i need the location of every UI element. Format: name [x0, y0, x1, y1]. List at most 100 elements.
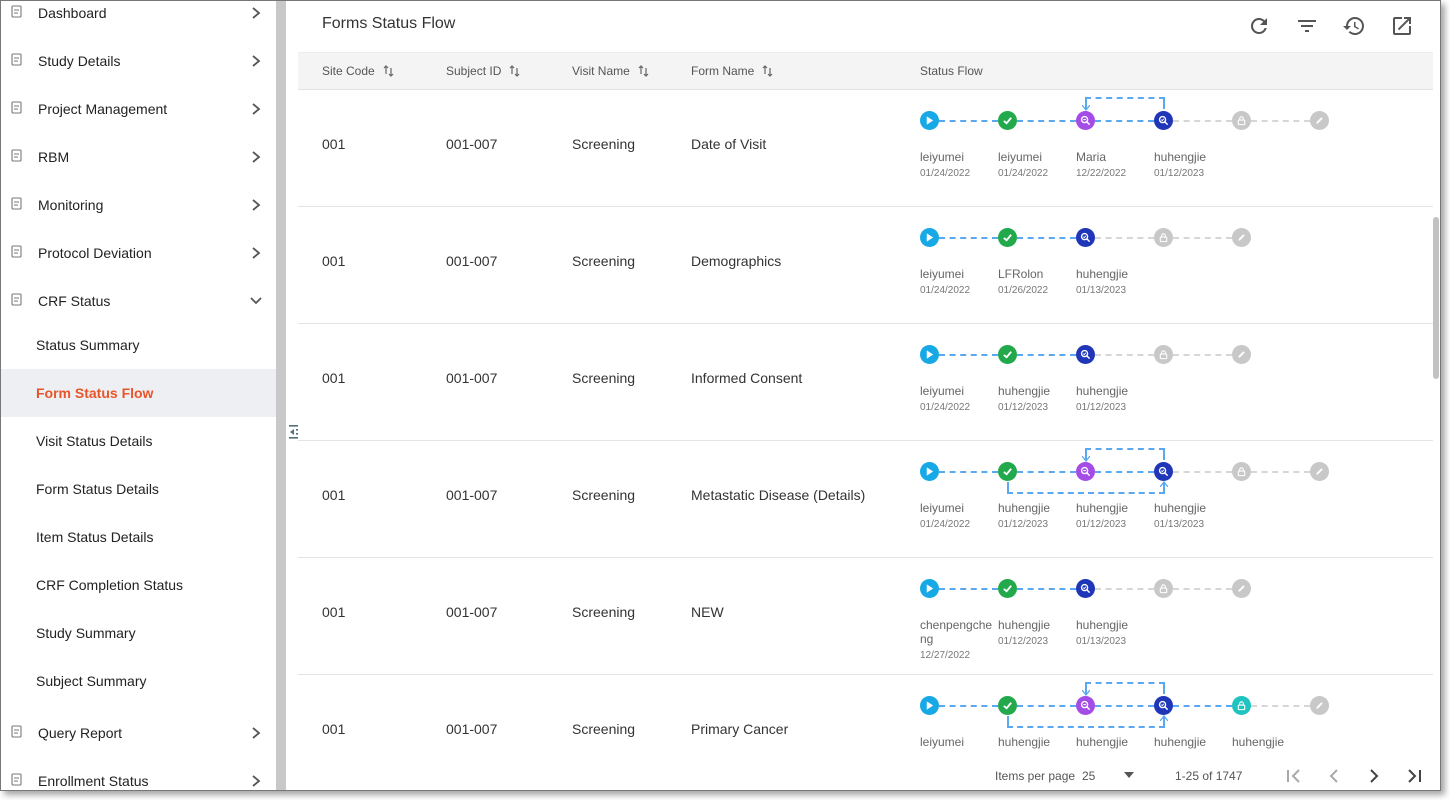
sidebar-item-project-management[interactable]: Project Management: [1, 85, 276, 133]
start-status-icon[interactable]: [920, 345, 939, 364]
column-form-name[interactable]: Form Name: [691, 64, 774, 78]
sort-icon[interactable]: [762, 65, 774, 77]
sign-icon[interactable]: [1310, 462, 1329, 481]
column-site-code[interactable]: Site Code: [322, 64, 395, 78]
main-panel: Forms Status Flow Site Code Subject ID V…: [298, 1, 1433, 790]
reviewed-status-icon[interactable]: [1154, 462, 1173, 481]
sidebar-subitem-subject-summary[interactable]: Subject Summary: [1, 657, 276, 705]
last-page-icon[interactable]: [1404, 766, 1424, 786]
items-per-page-select[interactable]: 25: [1082, 764, 1140, 786]
project-icon: [11, 101, 22, 114]
sidebar-item-enrollment-status[interactable]: Enrollment Status: [1, 757, 276, 790]
sidebar-subitem-study-summary[interactable]: Study Summary: [1, 609, 276, 657]
sidebar-item-study-details[interactable]: Study Details: [1, 37, 276, 85]
sort-icon[interactable]: [638, 65, 650, 77]
sidebar-item-rbm[interactable]: RBM: [1, 133, 276, 181]
status-flow: leiyumei 01/24/2022 huhengjie 01/12/2023 huh…: [920, 324, 1440, 441]
completed-status-icon[interactable]: [998, 111, 1017, 130]
site-code-cell: 001: [322, 370, 346, 386]
status-user: huhengjie: [1076, 501, 1129, 515]
review-loop: [1007, 482, 1165, 494]
refresh-icon[interactable]: [1247, 14, 1271, 38]
reviewed-status-icon[interactable]: [1076, 228, 1095, 247]
table-row[interactable]: 001 001-007 Screening Demographics leiyumei 0…: [298, 207, 1433, 324]
start-status-icon[interactable]: [920, 228, 939, 247]
status-user: Maria: [1076, 150, 1107, 164]
column-subject-id[interactable]: Subject ID: [446, 64, 521, 78]
start-status-icon[interactable]: [920, 111, 939, 130]
flow-connector: [939, 120, 998, 122]
sidebar-item-label: Protocol Deviation: [38, 245, 152, 261]
start-status-icon[interactable]: [920, 462, 939, 481]
sign-icon[interactable]: [1310, 696, 1329, 715]
query-status-icon[interactable]: [1076, 696, 1095, 715]
lock-icon[interactable]: [1232, 111, 1251, 130]
sidebar-subitem-form-status-flow[interactable]: Form Status Flow: [1, 369, 276, 417]
status-user: huhengjie: [1154, 735, 1207, 749]
lock-icon[interactable]: [1154, 579, 1173, 598]
filter-icon[interactable]: [1295, 14, 1319, 38]
sort-icon[interactable]: [509, 65, 521, 77]
sidebar-subitem-form-status-details[interactable]: Form Status Details: [1, 465, 276, 513]
column-visit-name[interactable]: Visit Name: [572, 64, 650, 78]
reviewed-status-icon[interactable]: [1076, 579, 1095, 598]
sidebar-subitem-status-summary[interactable]: Status Summary: [1, 321, 276, 369]
status-flow: leiyumei 01/24/2022 huhengjie 01/12/2023 huh…: [920, 441, 1440, 558]
previous-page-icon[interactable]: [1324, 766, 1344, 786]
sign-icon[interactable]: [1232, 579, 1251, 598]
history-icon[interactable]: [1342, 14, 1366, 38]
reviewed-status-icon[interactable]: [1076, 345, 1095, 364]
status-user: huhengjie: [1232, 735, 1285, 749]
sidebar-subitem-crf-completion-status[interactable]: CRF Completion Status: [1, 561, 276, 609]
sidebar-item-dashboard[interactable]: Dashboard: [1, 1, 276, 37]
lock-icon[interactable]: [1154, 228, 1173, 247]
first-page-icon[interactable]: [1284, 766, 1304, 786]
completed-status-icon[interactable]: [998, 579, 1017, 598]
lock-icon[interactable]: [1232, 462, 1251, 481]
flow-connector: [1017, 705, 1076, 707]
sort-icon[interactable]: [383, 65, 395, 77]
sign-icon[interactable]: [1232, 345, 1251, 364]
reviewed-status-icon[interactable]: [1154, 696, 1173, 715]
open-external-icon[interactable]: [1390, 14, 1414, 38]
table-row[interactable]: 001 001-007 Screening NEW chenpengche ng 12/2…: [298, 558, 1433, 675]
sidebar-subitem-item-status-details[interactable]: Item Status Details: [1, 513, 276, 561]
table-row[interactable]: 001 001-007 Screening Metastatic Disease (D…: [298, 441, 1433, 558]
column-label: Subject ID: [446, 64, 502, 78]
form-name-cell: Demographics: [691, 253, 782, 269]
completed-status-icon[interactable]: [998, 696, 1017, 715]
sidebar-resizer[interactable]: [276, 1, 286, 790]
sidebar-subitem-label: Status Summary: [36, 337, 140, 353]
status-date: 01/12/2023: [998, 402, 1049, 413]
sidebar-item-protocol-deviation[interactable]: Protocol Deviation: [1, 229, 276, 277]
site-code-cell: 001: [322, 136, 346, 152]
flow-connector: [939, 354, 998, 356]
visit-name-cell: Screening: [572, 487, 636, 503]
document-icon: [11, 245, 22, 258]
form-name-cell: NEW: [691, 604, 724, 620]
column-label: Status Flow: [920, 64, 983, 78]
start-status-icon[interactable]: [920, 579, 939, 598]
completed-status-icon[interactable]: [998, 345, 1017, 364]
table-row[interactable]: 001 001-007 Screening Informed Consent leiyu…: [298, 324, 1433, 441]
status-user: huhengjie: [998, 501, 1051, 515]
sidebar-item-monitoring[interactable]: Monitoring: [1, 181, 276, 229]
sidebar-subitem-label: Study Summary: [36, 625, 136, 641]
sign-icon[interactable]: [1232, 228, 1251, 247]
vertical-scrollbar[interactable]: [1433, 217, 1439, 379]
sign-icon[interactable]: [1310, 111, 1329, 130]
table-row[interactable]: 001 001-007 Screening Date of Visit leiyumei…: [298, 90, 1433, 207]
sidebar-subitem-visit-status-details[interactable]: Visit Status Details: [1, 417, 276, 465]
query-icon: [11, 725, 22, 738]
reviewed-status-icon[interactable]: [1154, 111, 1173, 130]
start-status-icon[interactable]: [920, 696, 939, 715]
query-status-icon[interactable]: [1076, 462, 1095, 481]
query-status-icon[interactable]: [1076, 111, 1095, 130]
completed-status-icon[interactable]: [998, 462, 1017, 481]
lock-icon[interactable]: [1154, 345, 1173, 364]
completed-status-icon[interactable]: [998, 228, 1017, 247]
sidebar-item-crf-status[interactable]: CRF Status: [1, 277, 276, 325]
next-page-icon[interactable]: [1364, 766, 1384, 786]
sidebar-item-query-report[interactable]: Query Report: [1, 709, 276, 757]
lock-icon[interactable]: [1232, 696, 1251, 715]
